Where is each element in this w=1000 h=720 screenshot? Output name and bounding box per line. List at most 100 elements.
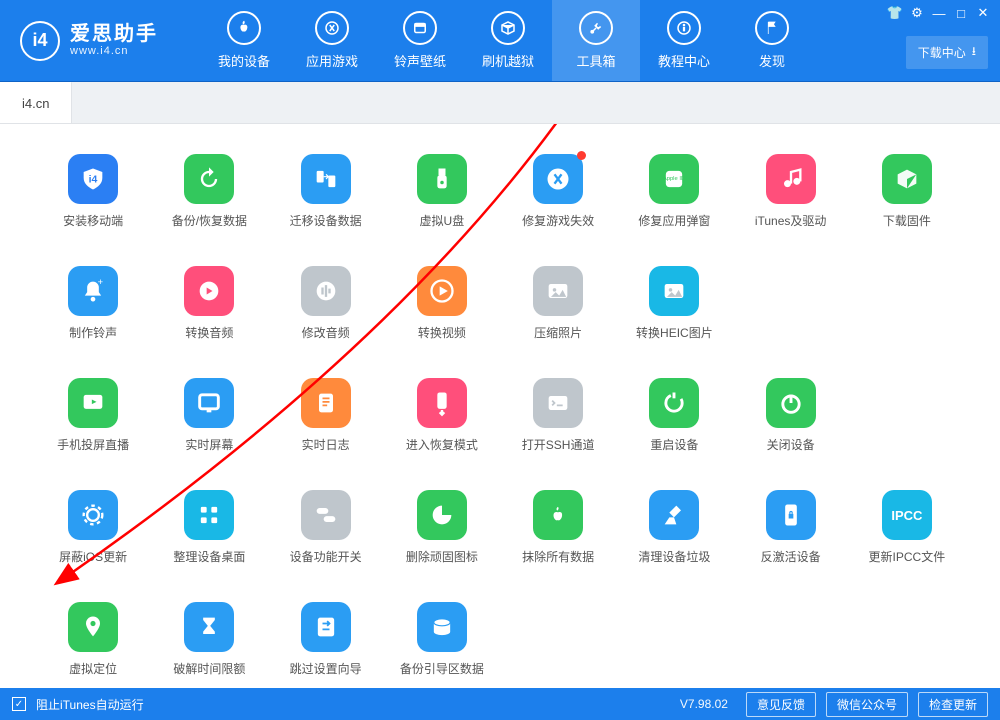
nav-flag[interactable]: 发现 — [728, 0, 816, 81]
nav-appstore[interactable]: 应用游戏 — [288, 0, 376, 81]
check-update-button[interactable]: 检查更新 — [918, 692, 988, 717]
wechat-button[interactable]: 微信公众号 — [826, 692, 908, 717]
maximize-button[interactable]: □ — [952, 4, 970, 22]
tool-log[interactable]: 实时日志 — [273, 378, 379, 454]
tool-label: 跳过设置向导 — [290, 662, 362, 678]
settings-button[interactable]: ⚙ — [908, 4, 926, 22]
skin-button[interactable]: 👕 — [886, 4, 904, 22]
tool-toggles[interactable]: 设备功能开关 — [273, 490, 379, 566]
tool-disk[interactable]: 备份引导区数据 — [389, 602, 495, 678]
tool-restart[interactable]: 重启设备 — [621, 378, 727, 454]
tool-screen[interactable]: 实时屏幕 — [156, 378, 262, 454]
tools-panel: i4 安装移动端 备份/恢复数据 迁移设备数据 虚拟U盘 修复游戏失效 Appl… — [0, 124, 1000, 688]
block-itunes-checkbox[interactable]: ✓ — [12, 697, 26, 711]
tab-i4cn[interactable]: i4.cn — [0, 81, 72, 123]
tool-power[interactable]: 关闭设备 — [738, 378, 844, 454]
tool-play[interactable]: 转换视频 — [389, 266, 495, 342]
tool-label: 转换HEIC图片 — [636, 326, 713, 342]
tool-usb[interactable]: 虚拟U盘 — [389, 154, 495, 230]
log-icon — [301, 378, 351, 428]
audio-edit-icon — [301, 266, 351, 316]
tool-audio-edit[interactable]: 修改音频 — [273, 266, 379, 342]
nav-box[interactable]: 刷机越狱 — [464, 0, 552, 81]
skip-icon — [301, 602, 351, 652]
tool-apple-solid[interactable]: 抹除所有数据 — [505, 490, 611, 566]
screen-play-icon — [68, 378, 118, 428]
tool-pin[interactable]: 虚拟定位 — [40, 602, 146, 678]
nav-info[interactable]: 教程中心 — [640, 0, 728, 81]
nav-label: 发现 — [759, 51, 785, 70]
tool-label: 修改音频 — [302, 326, 350, 342]
nav-tools[interactable]: 工具箱 — [552, 0, 640, 81]
close-button[interactable]: ✕ — [974, 4, 992, 22]
power-icon — [766, 378, 816, 428]
shield-i4-icon: i4 — [68, 154, 118, 204]
usb-icon — [417, 154, 467, 204]
apple-solid-icon — [533, 490, 583, 540]
download-center-button[interactable]: 下载中心 ⭳ — [906, 36, 988, 69]
music-icon — [766, 154, 816, 204]
phone-down-icon — [417, 378, 467, 428]
tool-image[interactable]: 压缩照片 — [505, 266, 611, 342]
tool-label: 反激活设备 — [761, 550, 821, 566]
tool-label: 更新IPCC文件 — [869, 550, 946, 566]
tool-appstore[interactable]: 修复游戏失效 — [505, 154, 611, 230]
feedback-button[interactable]: 意见反馈 — [746, 692, 816, 717]
box-icon — [491, 11, 525, 45]
version-label: V7.98.02 — [680, 697, 728, 711]
tool-screen-play[interactable]: 手机投屏直播 — [40, 378, 146, 454]
tool-label: 设备功能开关 — [290, 550, 362, 566]
tool-shield-i4[interactable]: i4 安装移动端 — [40, 154, 146, 230]
tool-music[interactable]: iTunes及驱动 — [738, 154, 844, 230]
brand-logo-icon: i4 — [20, 21, 60, 61]
tool-label: 抹除所有数据 — [522, 550, 594, 566]
tool-label: 修复应用弹窗 — [638, 214, 710, 230]
gear-block-icon — [68, 490, 118, 540]
image-icon — [649, 266, 699, 316]
nav-apple[interactable]: 我的设备 — [200, 0, 288, 81]
tool-label: 手机投屏直播 — [57, 438, 129, 454]
hourglass-icon — [184, 602, 234, 652]
appstore-icon — [533, 154, 583, 204]
audio-icon — [184, 266, 234, 316]
tool-label: 删除顽固图标 — [406, 550, 478, 566]
apple-icon — [227, 11, 261, 45]
status-bar: ✓ 阻止iTunes自动运行 V7.98.02 意见反馈 微信公众号 检查更新 — [0, 688, 1000, 720]
tool-hourglass[interactable]: 破解时间限额 — [156, 602, 262, 678]
tool-restore[interactable]: 备份/恢复数据 — [156, 154, 262, 230]
brand-title: 爱思助手 — [70, 23, 158, 45]
tool-label: 安装移动端 — [63, 214, 123, 230]
tools-icon — [579, 11, 613, 45]
tool-phone-lock[interactable]: 反激活设备 — [738, 490, 844, 566]
tool-appleid[interactable]: Apple ID 修复应用弹窗 — [621, 154, 727, 230]
block-itunes-label: 阻止iTunes自动运行 — [36, 696, 144, 713]
info-icon — [667, 11, 701, 45]
tool-label: 进入恢复模式 — [406, 438, 478, 454]
nav-wallet[interactable]: 铃声壁纸 — [376, 0, 464, 81]
tool-skip[interactable]: 跳过设置向导 — [273, 602, 379, 678]
tool-pacman[interactable]: 删除顽固图标 — [389, 490, 495, 566]
tool-terminal[interactable]: 打开SSH通道 — [505, 378, 611, 454]
tool-bell[interactable]: + 制作铃声 — [40, 266, 146, 342]
tool-broom[interactable]: 清理设备垃圾 — [621, 490, 727, 566]
tool-label: 转换视频 — [418, 326, 466, 342]
tool-ipcc[interactable]: IPCC 更新IPCC文件 — [854, 490, 960, 566]
tool-cube[interactable]: 下载固件 — [854, 154, 960, 230]
tool-phone-down[interactable]: 进入恢复模式 — [389, 378, 495, 454]
nav-label: 铃声壁纸 — [394, 51, 446, 70]
play-icon — [417, 266, 467, 316]
tool-audio[interactable]: 转换音频 — [156, 266, 262, 342]
tool-transfer[interactable]: 迁移设备数据 — [273, 154, 379, 230]
pacman-icon — [417, 490, 467, 540]
tool-grid[interactable]: 整理设备桌面 — [156, 490, 262, 566]
svg-text:i4: i4 — [89, 174, 98, 186]
minimize-button[interactable]: — — [930, 4, 948, 22]
tool-image[interactable]: 转换HEIC图片 — [621, 266, 727, 342]
window-controls: 👕 ⚙ — □ ✕ — [878, 0, 1000, 26]
tool-label: 迁移设备数据 — [290, 214, 362, 230]
tool-label: 整理设备桌面 — [173, 550, 245, 566]
tool-gear-block[interactable]: 屏蔽iOS更新 — [40, 490, 146, 566]
svg-text:Apple ID: Apple ID — [663, 176, 685, 182]
broom-icon — [649, 490, 699, 540]
download-center-label: 下载中心 — [918, 44, 966, 61]
